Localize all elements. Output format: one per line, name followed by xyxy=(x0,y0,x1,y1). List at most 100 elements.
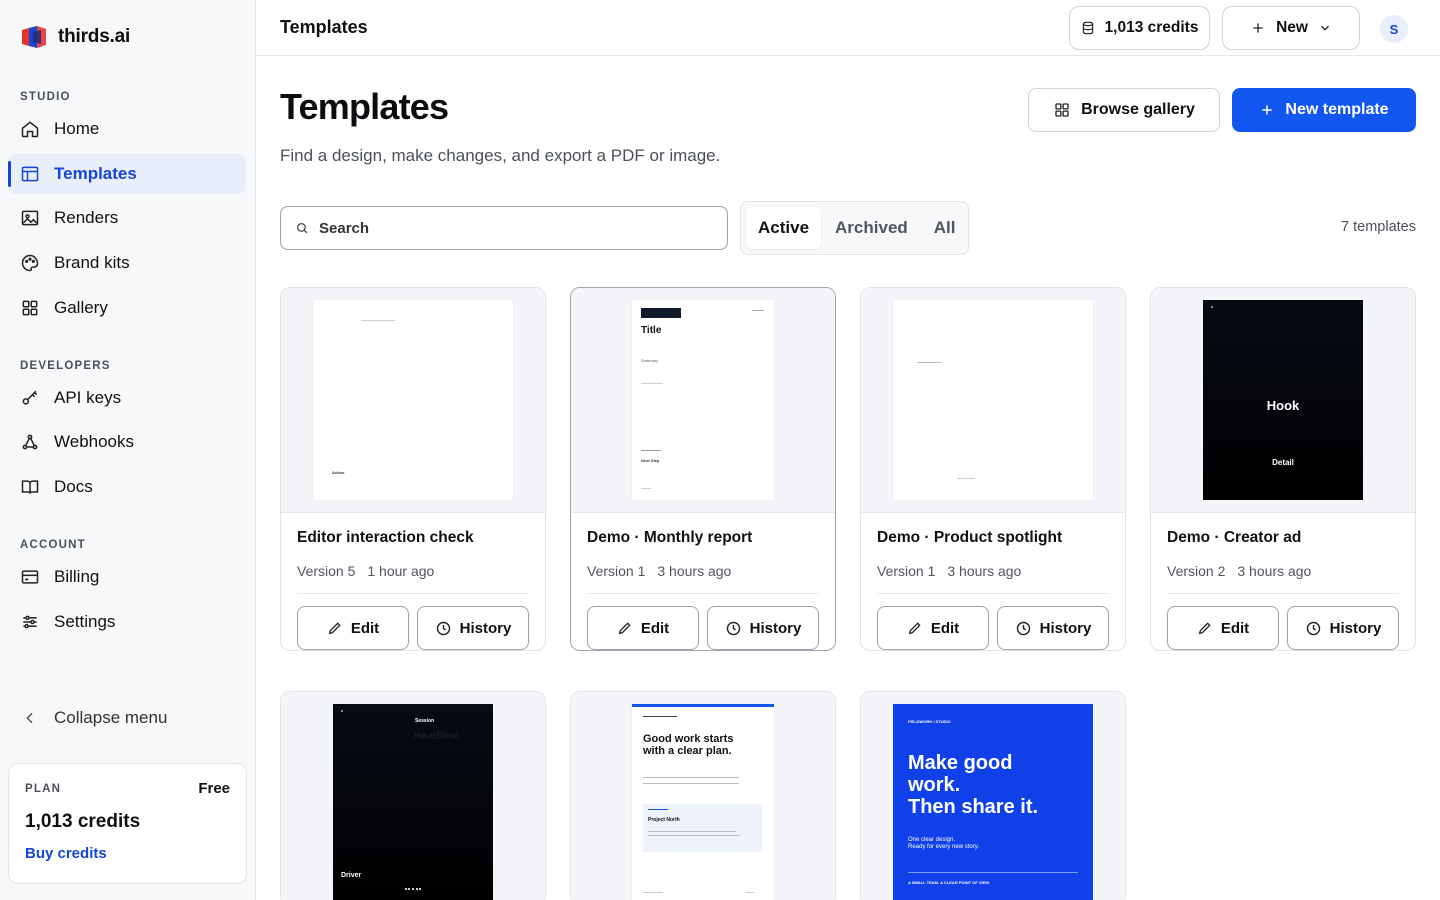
edit-button[interactable]: Edit xyxy=(877,606,989,650)
sidebar-item-gallery[interactable]: Gallery xyxy=(8,288,246,328)
pencil-icon xyxy=(908,622,921,635)
sidebar-item-templates[interactable]: Templates xyxy=(8,154,246,194)
edit-button[interactable]: Edit xyxy=(1167,606,1279,650)
template-card[interactable]: FIELDWORK / STUDIO Make good work. Then … xyxy=(860,691,1126,900)
palette-icon xyxy=(21,254,39,272)
thumb-text: One clear design. xyxy=(908,837,956,843)
history-button[interactable]: History xyxy=(417,606,529,650)
thumb-text: Project North xyxy=(648,817,680,823)
collapse-menu-button[interactable]: Collapse menu xyxy=(8,698,246,738)
pencil-icon xyxy=(618,622,631,635)
thumb-text: Headline xyxy=(413,730,459,742)
clock-icon xyxy=(436,621,450,635)
template-card[interactable]: Action Editor interaction check Version … xyxy=(280,287,546,651)
section-label-studio: STUDIO xyxy=(20,91,71,103)
filter-archived[interactable]: Archived xyxy=(823,207,920,249)
topbar-title: Templates xyxy=(280,17,368,37)
card-title: Demo · Monthly report xyxy=(587,529,753,546)
clock-icon xyxy=(726,621,740,635)
section-label-developers: DEVELOPERS xyxy=(20,360,111,372)
card-title: Demo · Creator ad xyxy=(1167,529,1302,546)
filter-all[interactable]: All xyxy=(922,207,968,249)
thumb-text: Hook xyxy=(1266,398,1300,413)
template-card[interactable]: Hook Detail Demo · Creator ad Version 2 … xyxy=(1150,287,1416,651)
thumb-text: Make good xyxy=(908,752,1013,774)
search-input[interactable] xyxy=(319,219,699,237)
thirds-logo-icon xyxy=(22,26,46,48)
sidebar-item-label: Webhooks xyxy=(54,432,135,451)
card-version: Version 1 xyxy=(587,563,646,579)
section-label-account: ACCOUNT xyxy=(20,539,86,551)
search-box[interactable] xyxy=(280,206,728,250)
template-card[interactable]: Session Headline Driver xyxy=(280,691,546,900)
new-template-button[interactable]: New template xyxy=(1232,88,1416,132)
template-card[interactable]: Demo · Product spotlight Version 1 3 hou… xyxy=(860,287,1126,651)
thumb-text: Ready for every new story. xyxy=(908,844,979,850)
card-time: 3 hours ago xyxy=(657,563,732,579)
layout-icon xyxy=(21,166,39,182)
edit-label: Edit xyxy=(1220,619,1250,637)
sidebar-item-renders[interactable]: Renders xyxy=(8,198,246,238)
browse-gallery-button[interactable]: Browse gallery xyxy=(1028,88,1220,132)
plan-label: PLAN xyxy=(25,782,62,795)
doc-preview: Title Summary Next Step xyxy=(632,300,774,500)
new-dropdown-button[interactable]: New xyxy=(1222,6,1360,50)
history-label: History xyxy=(1039,619,1092,637)
clock-icon xyxy=(1306,621,1320,635)
sidebar-item-webhooks[interactable]: Webhooks xyxy=(8,422,246,462)
sidebar-item-settings[interactable]: Settings xyxy=(8,602,246,642)
database-icon xyxy=(1082,21,1093,35)
filter-active[interactable]: Active xyxy=(746,207,822,249)
page-title: Templates xyxy=(280,86,449,127)
sidebar-item-billing[interactable]: Billing xyxy=(8,557,246,597)
buy-credits-link[interactable]: Buy credits xyxy=(25,845,230,862)
thumb-text: with a clear plan. xyxy=(643,745,732,757)
template-thumbnail[interactable]: Title Summary Next Step xyxy=(571,288,835,513)
sidebar-item-api-keys[interactable]: API keys xyxy=(8,378,246,418)
thumb-text: Title xyxy=(641,325,662,336)
sidebar-item-brand-kits[interactable]: Brand kits xyxy=(8,243,246,283)
doc-preview: Session Headline Driver xyxy=(333,704,493,900)
template-thumbnail[interactable]: Session Headline Driver xyxy=(281,692,545,900)
top-bar: Templates 1,013 credits New S xyxy=(256,0,1440,56)
plus-icon xyxy=(1253,23,1263,33)
credits-button[interactable]: 1,013 credits xyxy=(1069,6,1210,50)
sidebar-item-home[interactable]: Home xyxy=(8,109,246,149)
template-thumbnail[interactable]: Hook Detail xyxy=(1151,288,1415,513)
page-subtitle: Find a design, make changes, and export … xyxy=(280,146,721,165)
doc-preview: Hook Detail xyxy=(1203,300,1363,500)
sidebar-item-docs[interactable]: Docs xyxy=(8,467,246,507)
template-thumbnail[interactable]: Action xyxy=(281,288,545,513)
pencil-icon xyxy=(1198,622,1211,635)
thumb-text: Action xyxy=(332,470,345,475)
sidebar: thirds.ai STUDIO Home Templates Renders … xyxy=(0,0,256,900)
avatar[interactable]: S xyxy=(1380,15,1408,43)
edit-button[interactable]: Edit xyxy=(587,606,699,650)
template-card[interactable]: Title Summary Next Step Demo · Monthly r… xyxy=(570,287,836,651)
card-version: Version 5 xyxy=(297,563,356,579)
history-label: History xyxy=(749,619,802,637)
history-button[interactable]: History xyxy=(997,606,1109,650)
doc-preview: Action xyxy=(313,300,513,500)
template-thumbnail[interactable]: Good work starts with a clear plan. Proj… xyxy=(571,692,835,900)
sliders-icon xyxy=(23,615,37,629)
brand[interactable]: thirds.ai xyxy=(20,24,130,50)
card-time: 3 hours ago xyxy=(947,563,1022,579)
key-icon xyxy=(22,390,38,405)
credit-card-icon xyxy=(21,570,39,584)
edit-button[interactable]: Edit xyxy=(297,606,409,650)
brand-name: thirds.ai xyxy=(58,26,131,47)
sidebar-item-label: Billing xyxy=(54,567,100,586)
doc-preview: FIELDWORK / STUDIO Make good work. Then … xyxy=(893,704,1093,900)
template-thumbnail[interactable]: FIELDWORK / STUDIO Make good work. Then … xyxy=(861,692,1125,900)
doc-preview xyxy=(893,300,1093,500)
history-button[interactable]: History xyxy=(707,606,819,650)
template-thumbnail[interactable] xyxy=(861,288,1125,513)
pencil-icon xyxy=(328,622,341,635)
template-card[interactable]: Good work starts with a clear plan. Proj… xyxy=(570,691,836,900)
template-count: 7 templates xyxy=(1341,219,1416,235)
card-time: 3 hours ago xyxy=(1237,563,1312,579)
clock-icon xyxy=(1016,621,1030,635)
sidebar-item-label: Renders xyxy=(54,208,119,227)
history-button[interactable]: History xyxy=(1287,606,1399,650)
